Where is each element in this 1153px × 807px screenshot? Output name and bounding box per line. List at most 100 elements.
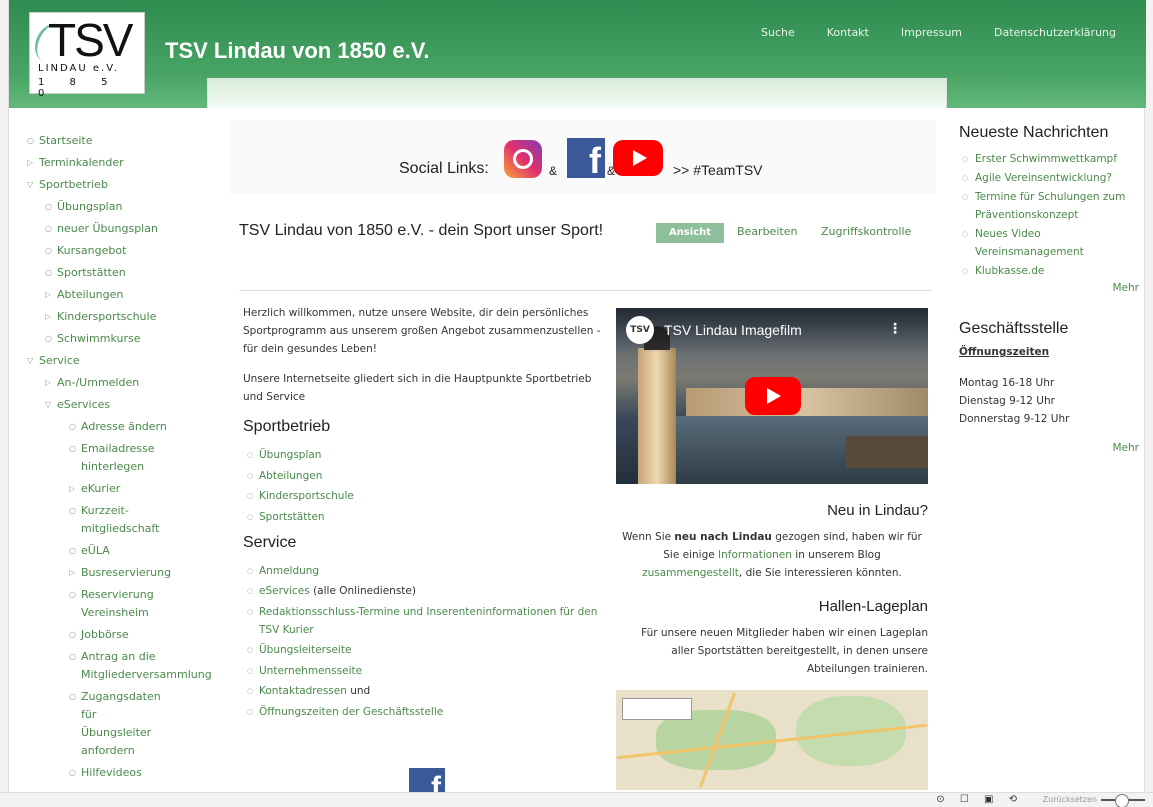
nav-search[interactable]: Suche [761, 26, 795, 39]
nav-privacy[interactable]: Datenschutzerklärung [994, 26, 1116, 39]
neu-text: Wenn Sie neu nach Lindau gezogen sind, h… [616, 528, 928, 582]
sidebar-item[interactable]: ○ Kursangebot [27, 242, 212, 260]
sidebar-item[interactable]: ▽ eServices [27, 396, 212, 414]
service-link-label[interactable]: Redaktionsschluss-Termine und Inserenten… [259, 606, 597, 636]
sidebar-item[interactable]: ○ Hilfevideos [27, 764, 167, 782]
sidebar-item[interactable]: ○ Jobbörse [27, 626, 167, 644]
service-link-label[interactable]: eServices [259, 585, 310, 597]
sidebar-item[interactable]: ▷ eKurier [27, 480, 167, 498]
service-link[interactable]: Kontaktadressen und [243, 682, 603, 700]
sidebar-item[interactable]: ○ Adresse ändern [27, 418, 167, 436]
sidebar-item-label: Hilfevideos [81, 766, 142, 779]
sportbetrieb-links: Übungsplan Abteilungen Kindersportschule Sp… [243, 446, 603, 526]
service-link[interactable]: Unternehmensseite [243, 662, 603, 680]
service-link[interactable]: Öffnungszeiten der Geschäftsstelle [243, 703, 603, 721]
zoom-slider[interactable] [1101, 794, 1145, 807]
nav-contact[interactable]: Kontakt [827, 26, 869, 39]
social-links-banner: Social Links: & f & >> #TeamTSV [231, 120, 936, 194]
service-link[interactable]: Anmeldung [243, 562, 603, 580]
sidebar-item[interactable]: ▽ Sportbetrieb [27, 176, 212, 194]
informationen-link[interactable]: Informationen [718, 549, 792, 561]
neu-text-bold: neu nach Lindau [674, 531, 772, 543]
opening-hours-label: Öffnungszeiten [959, 346, 1050, 358]
facebook-icon[interactable]: f [567, 138, 605, 181]
service-link-suffix: (alle Onlinedienste) [309, 585, 416, 597]
bullet-icon: ▷ [45, 312, 52, 321]
sidebar-item-label: Startseite [39, 134, 93, 147]
sidebar-item-label: Übungsplan [57, 200, 123, 213]
video-channel-avatar[interactable]: TSV [626, 316, 654, 344]
reset-zoom-button[interactable]: Zurücksetzen [1043, 795, 1097, 804]
news-more-link[interactable]: Mehr [959, 282, 1140, 294]
more-vert-icon[interactable]: ⋮ [888, 321, 902, 337]
sidebar-item[interactable]: ○ Zugangsdaten für Übungsleiter anfordern [27, 688, 167, 760]
sidebar-item[interactable]: ○ Schwimmkurse [27, 330, 212, 348]
sidebar-item[interactable]: ○ Kurzzeit-mitgliedschaft [27, 502, 167, 538]
sidebar-item[interactable]: ○ neuer Übungsplan [27, 220, 212, 238]
sidebar-item[interactable]: ▷ Terminkalender [27, 154, 212, 172]
service-link-label[interactable]: Kontaktadressen [259, 685, 347, 697]
sidebar-item[interactable]: ▷ Abteilungen [27, 286, 212, 304]
sidebar-item[interactable]: ○ Reservierung Vereinsheim [27, 586, 167, 622]
sidebar-item[interactable]: ▷ Busreservierung [27, 564, 171, 582]
bullet-icon: ▷ [69, 484, 76, 493]
youtube-icon[interactable] [613, 140, 663, 176]
service-link-label[interactable]: Öffnungszeiten der Geschäftsstelle [259, 706, 443, 718]
service-link-label[interactable]: Übungsleiterseite [259, 644, 351, 656]
header-tab-bar [207, 78, 947, 108]
service-link-label[interactable]: Anmeldung [259, 565, 319, 577]
sidebar-item[interactable]: ○ eÜLA [27, 542, 167, 560]
page: TSV LINDAU e.V. 1 8 5 0 TSV Lindau von 1… [8, 0, 1146, 807]
sidebar-item[interactable]: ○ Emailadresse hinterlegen [27, 440, 167, 476]
sportbetrieb-link[interactable]: Sportstätten [243, 508, 603, 526]
right-sidebar: Neueste Nachrichten Erster Schwimmwettka… [959, 124, 1139, 454]
intro-text-2: Unsere Internetseite gliedert sich in di… [243, 373, 592, 403]
tab-edit[interactable]: Bearbeiten [737, 225, 797, 238]
sidebar-item-label: Zugangsdaten für Übungsleiter anfordern [81, 690, 161, 757]
hallen-map-image[interactable] [616, 690, 928, 790]
bullet-icon: ▽ [45, 400, 52, 409]
logo-tsv-text: TSV [48, 14, 133, 66]
video-lighthouse [638, 326, 676, 484]
sidebar-item-label: Schwimmkurse [57, 332, 141, 345]
video-player[interactable]: TSV TSV Lindau Imagefilm ⋮ [616, 308, 928, 484]
news-item[interactable]: Klubkasse.de [959, 262, 1139, 280]
sidebar-item[interactable]: ▷ Kindersportschule [27, 308, 212, 326]
bullet-icon: ▷ [69, 568, 76, 577]
news-item[interactable]: Agile Vereinsentwicklung? [959, 169, 1139, 187]
service-link[interactable]: eServices (alle Onlinedienste) [243, 582, 603, 600]
service-link-label[interactable]: Unternehmensseite [259, 665, 362, 677]
news-item[interactable]: Neues Video Vereinsmanagement [959, 225, 1139, 261]
instagram-icon[interactable] [504, 140, 542, 178]
zusammengestellt-link[interactable]: zusammengestellt [642, 567, 739, 579]
sidebar-item-label: Abteilungen [57, 288, 124, 301]
tab-access-control[interactable]: Zugriffskontrolle [821, 225, 911, 238]
nav-imprint[interactable]: Impressum [901, 26, 962, 39]
service-link[interactable]: Übungsleiterseite [243, 641, 603, 659]
top-nav: Suche Kontakt Impressum Datenschutzerklä… [761, 26, 1116, 39]
sidebar-item[interactable]: ▽ Service [27, 352, 212, 370]
intro-column: Herzlich willkommen, nutze unsere Websit… [243, 304, 603, 729]
sportbetrieb-link[interactable]: Kindersportschule [243, 487, 603, 505]
toolbar-icons[interactable]: ⊙ ☐ ▣ ⟲ [936, 794, 1023, 805]
video-title[interactable]: TSV Lindau Imagefilm [664, 322, 802, 338]
sportbetrieb-link[interactable]: Abteilungen [243, 467, 603, 485]
site-title[interactable]: TSV Lindau von 1850 e.V. [165, 38, 430, 64]
sidebar-item[interactable]: ▷ An-/Ummelden [27, 374, 212, 392]
sportbetrieb-link[interactable]: Übungsplan [243, 446, 603, 464]
service-links: Anmeldung eServices (alle Onlinedienste) R… [243, 562, 603, 721]
map-legend-box [622, 698, 692, 720]
sidebar-item[interactable]: ○ Übungsplan [27, 198, 212, 216]
news-item[interactable]: Erster Schwimmwettkampf [959, 150, 1139, 168]
news-item[interactable]: Termine für Schulungen zum Präventionsko… [959, 188, 1139, 224]
sidebar-item[interactable]: ○ Sportstätten [27, 264, 212, 282]
play-icon[interactable] [745, 377, 801, 415]
tab-view[interactable]: Ansicht [656, 223, 724, 243]
sidebar-item[interactable]: ○ Antrag an die Mitgliederversammlung [27, 648, 212, 684]
club-logo[interactable]: TSV LINDAU e.V. 1 8 5 0 [28, 12, 145, 99]
neu-heading: Neu in Lindau? [827, 502, 928, 519]
sidebar-item[interactable]: ○ Startseite [27, 132, 212, 150]
sidebar-item-label: Sportstätten [57, 266, 126, 279]
office-more-link[interactable]: Mehr [959, 442, 1140, 454]
service-link[interactable]: Redaktionsschluss-Termine und Inserenten… [243, 603, 603, 639]
